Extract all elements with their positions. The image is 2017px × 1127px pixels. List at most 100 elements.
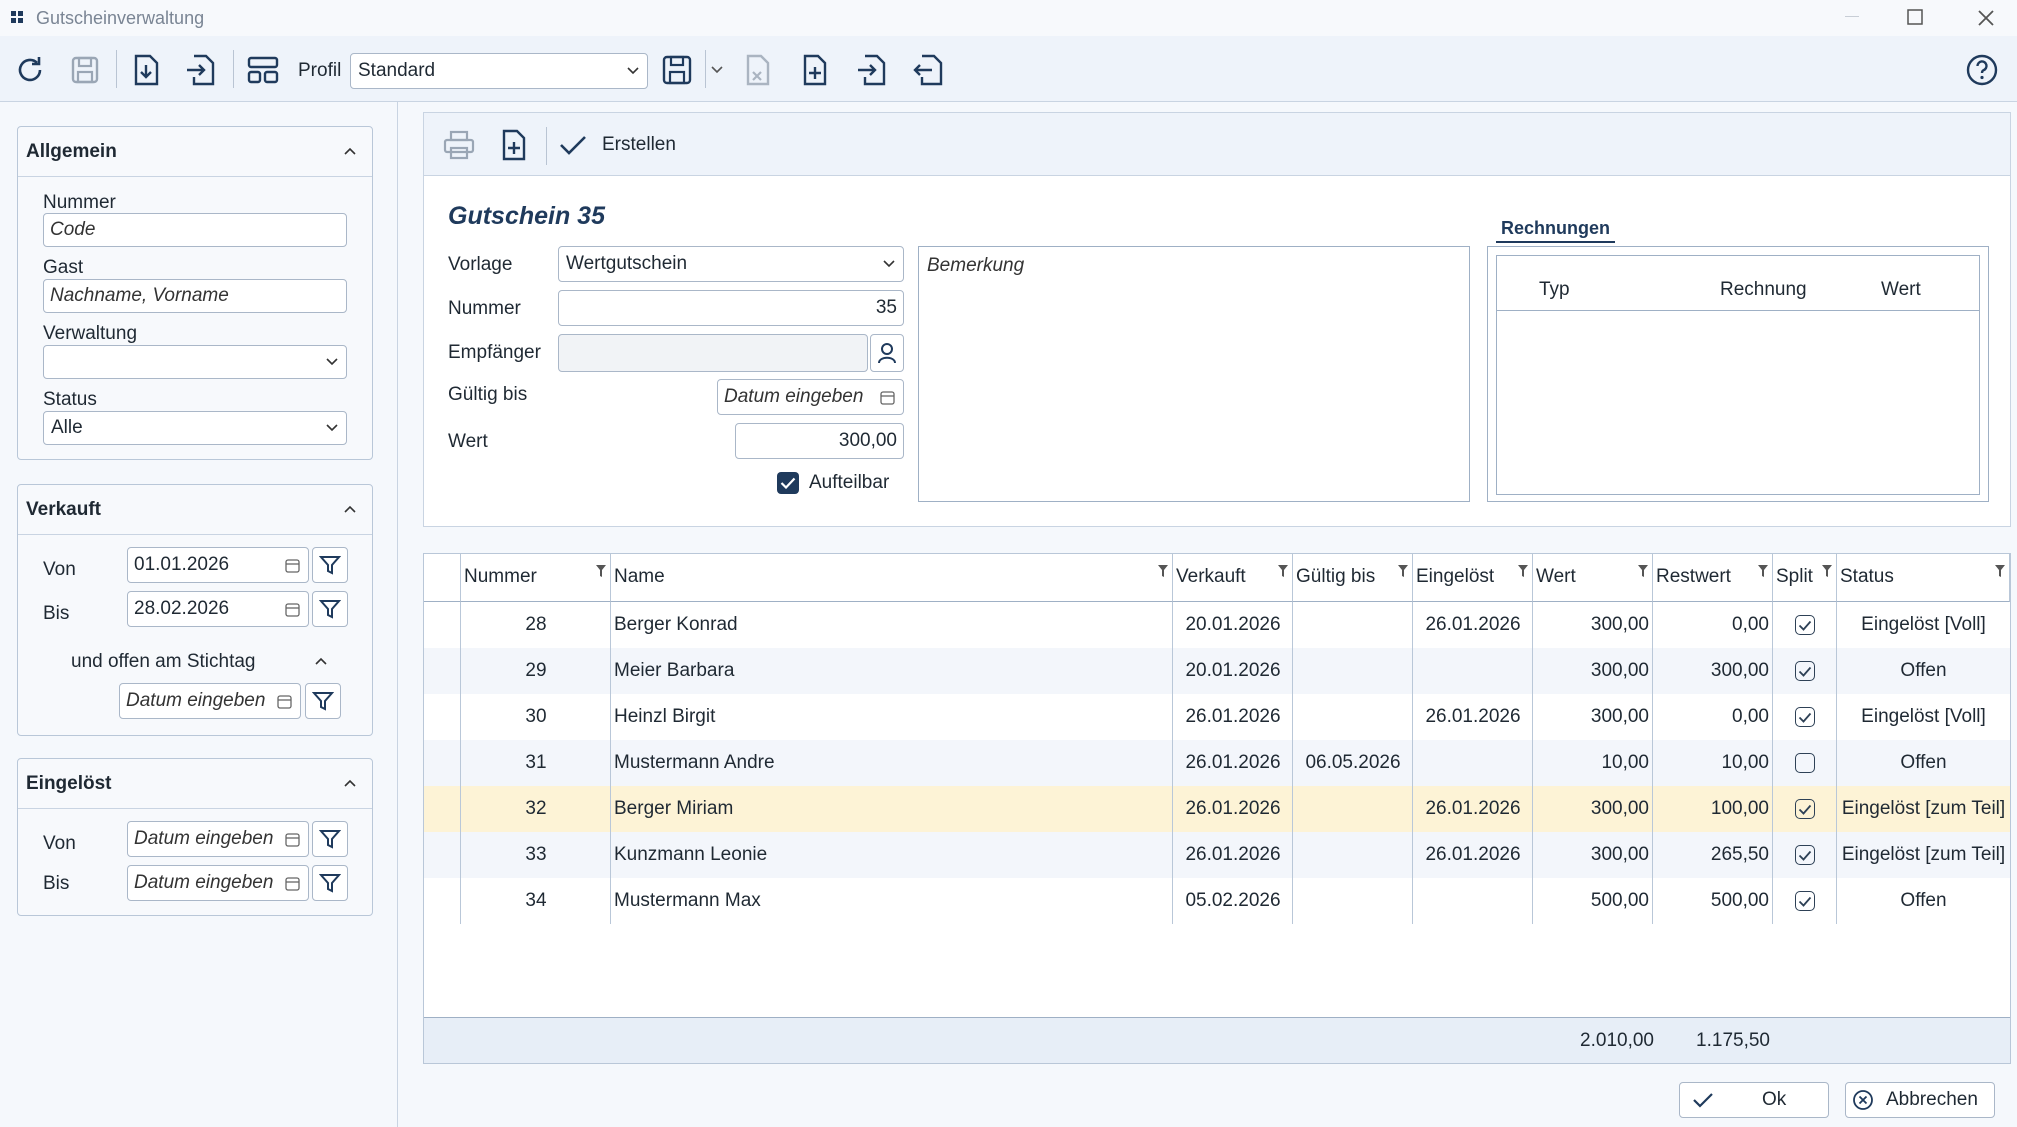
cell-split[interactable]: [1773, 602, 1837, 648]
column-filter-icon[interactable]: [1757, 564, 1769, 578]
tab-rechnungen[interactable]: Rechnungen: [1496, 218, 1616, 243]
help-button[interactable]: [1962, 50, 2002, 90]
profile-select[interactable]: Standard: [350, 53, 648, 89]
column-header-label: Restwert: [1656, 566, 1731, 587]
save-profile-dropdown[interactable]: [705, 50, 729, 90]
gast-input[interactable]: Nachname, Vorname: [43, 279, 347, 313]
column-header-split[interactable]: Split: [1773, 554, 1837, 602]
column-header-label: Name: [614, 566, 665, 587]
maximize-button[interactable]: [1907, 9, 1924, 26]
filter-icon: [319, 556, 341, 575]
column-header-restwert[interactable]: Restwert: [1653, 554, 1773, 602]
select-guest-button[interactable]: [870, 334, 904, 372]
chevron-up-icon[interactable]: [315, 657, 327, 665]
check-icon: [1798, 712, 1812, 723]
eingeloest-bis-date[interactable]: Datum eingeben: [127, 865, 309, 901]
column-header-gueltig[interactable]: Gültig bis: [1293, 554, 1413, 602]
filter-button[interactable]: [312, 865, 348, 901]
layout-button[interactable]: [243, 50, 283, 90]
column-header-name[interactable]: Name: [611, 554, 1173, 602]
column-header-eingeloest[interactable]: Eingelöst: [1413, 554, 1533, 602]
cell-split[interactable]: [1773, 786, 1837, 832]
stichtag-date[interactable]: Datum eingeben: [119, 683, 301, 719]
column-filter-icon[interactable]: [1277, 564, 1289, 578]
print-button[interactable]: [439, 125, 479, 165]
verwaltung-select[interactable]: [43, 345, 347, 379]
close-circle-icon: [1853, 1090, 1873, 1110]
column-filter-icon[interactable]: [1157, 564, 1169, 578]
von-label: Von: [43, 559, 76, 580]
column-header-nummer[interactable]: Nummer: [461, 554, 611, 602]
column-header-status[interactable]: Status: [1837, 554, 2010, 602]
nummer-input[interactable]: 35: [558, 290, 904, 326]
filter-button[interactable]: [312, 591, 348, 627]
col-typ[interactable]: Typ: [1539, 279, 1570, 301]
cell-split[interactable]: [1773, 878, 1837, 924]
verkauft-bis-date[interactable]: 28.02.2026: [127, 591, 309, 627]
delete-profile-button[interactable]: [738, 50, 778, 90]
refresh-button[interactable]: [10, 50, 50, 90]
create-button[interactable]: Erstellen: [558, 125, 676, 165]
filter-button[interactable]: [312, 547, 348, 583]
calendar-icon[interactable]: [285, 603, 300, 617]
split-checkbox-checked[interactable]: [1795, 891, 1815, 911]
save-disabled-button[interactable]: [65, 50, 105, 90]
split-checkbox-checked[interactable]: [1795, 799, 1815, 819]
calendar-icon[interactable]: [285, 559, 300, 573]
split-checkbox-checked[interactable]: [1795, 845, 1815, 865]
vorlage-select[interactable]: Wertgutschein: [558, 246, 904, 282]
bemerkung-textarea[interactable]: Bemerkung: [918, 246, 1470, 502]
calendar-icon[interactable]: [880, 391, 895, 405]
export-button[interactable]: [181, 50, 221, 90]
empfaenger-input[interactable]: [558, 334, 868, 372]
column-filter-icon[interactable]: [1994, 564, 2006, 578]
verkauft-von-date[interactable]: 01.01.2026: [127, 547, 309, 583]
column-header-wert[interactable]: Wert: [1533, 554, 1653, 602]
ok-button[interactable]: Ok: [1679, 1082, 1829, 1118]
layout-icon: [247, 56, 279, 84]
column-header-verkauft[interactable]: Verkauft: [1173, 554, 1293, 602]
column-filter-icon[interactable]: [1821, 564, 1833, 578]
group-header[interactable]: Allgemein: [18, 127, 372, 177]
bis-label: Bis: [43, 873, 70, 894]
export-profile-button[interactable]: [909, 50, 949, 90]
cell-name: Mustermann Andre: [614, 752, 775, 773]
split-checkbox-checked[interactable]: [1795, 707, 1815, 727]
col-wert[interactable]: Wert: [1881, 279, 1921, 301]
new-profile-button[interactable]: [795, 50, 835, 90]
aufteilbar-checkbox[interactable]: Aufteilbar: [777, 472, 889, 494]
cell-split[interactable]: [1773, 832, 1837, 878]
column-filter-icon[interactable]: [595, 564, 607, 578]
cell-split[interactable]: [1773, 740, 1837, 786]
col-rechnung[interactable]: Rechnung: [1720, 279, 1807, 301]
gueltig-date[interactable]: Datum eingeben: [717, 379, 904, 415]
calendar-icon[interactable]: [277, 695, 292, 709]
save-profile-button[interactable]: [657, 50, 697, 90]
cell-split[interactable]: [1773, 694, 1837, 740]
import-profile-button[interactable]: [852, 50, 892, 90]
group-header[interactable]: Eingelöst: [18, 759, 372, 809]
split-checkbox-checked[interactable]: [1795, 615, 1815, 635]
file-export-icon: [913, 54, 943, 86]
cancel-button[interactable]: Abbrechen: [1845, 1082, 1995, 1118]
wert-input[interactable]: 300,00: [735, 423, 904, 459]
column-filter-icon[interactable]: [1637, 564, 1649, 578]
calendar-icon[interactable]: [285, 877, 300, 891]
status-select[interactable]: Alle: [43, 411, 347, 445]
nummer-input[interactable]: Code: [43, 213, 347, 247]
eingeloest-von-date[interactable]: Datum eingeben: [127, 821, 309, 857]
column-filter-icon[interactable]: [1397, 564, 1409, 578]
close-window-button[interactable]: [1977, 9, 1995, 27]
new-voucher-button[interactable]: [494, 125, 534, 165]
filter-button[interactable]: [305, 683, 341, 719]
gast-label: Gast: [43, 257, 84, 278]
group-header[interactable]: Verkauft: [18, 485, 372, 535]
split-checkbox-unchecked[interactable]: [1795, 753, 1815, 773]
split-checkbox-checked[interactable]: [1795, 661, 1815, 681]
import-button[interactable]: [126, 50, 166, 90]
cell-split[interactable]: [1773, 648, 1837, 694]
calendar-icon[interactable]: [285, 833, 300, 847]
filter-button[interactable]: [312, 821, 348, 857]
minimize-button[interactable]: [1845, 16, 1859, 17]
column-filter-icon[interactable]: [1517, 564, 1529, 578]
